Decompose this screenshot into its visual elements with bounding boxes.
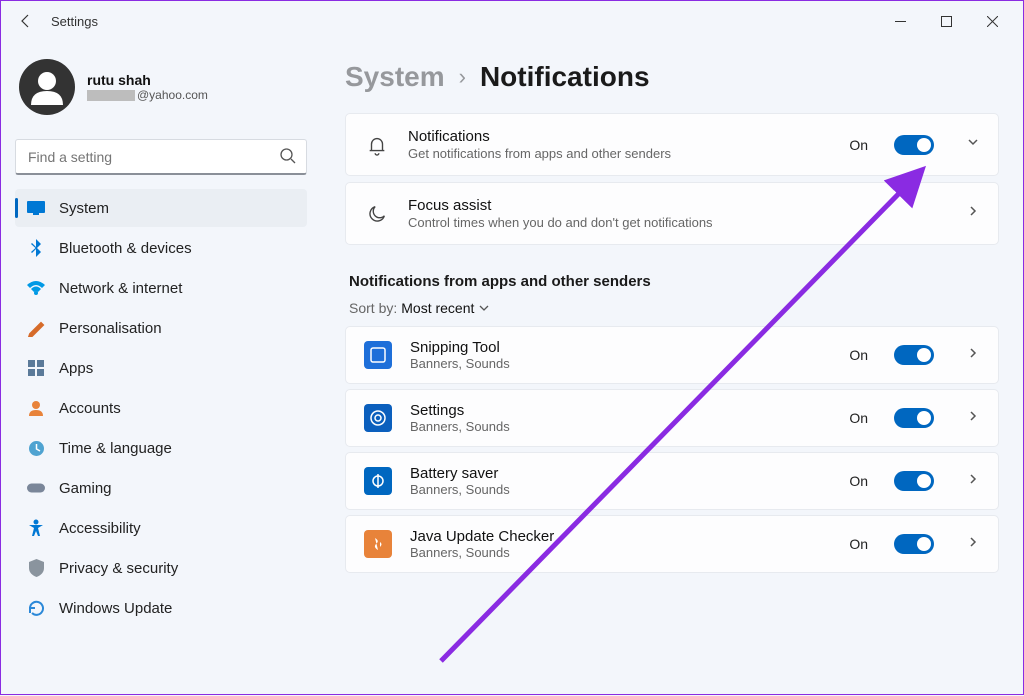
app-row[interactable]: Java Update CheckerBanners, Sounds On — [345, 515, 999, 573]
app-name: Java Update Checker — [410, 528, 831, 545]
nav-label: System — [59, 200, 109, 217]
app-subtitle: Banners, Sounds — [410, 356, 831, 371]
nav-icon — [27, 599, 45, 617]
nav-label: Time & language — [59, 440, 172, 457]
app-name: Battery saver — [410, 465, 831, 482]
nav-label: Apps — [59, 360, 93, 377]
nav-item-privacy-security[interactable]: Privacy & security — [15, 549, 307, 587]
nav-item-gaming[interactable]: Gaming — [15, 469, 307, 507]
nav-label: Windows Update — [59, 600, 172, 617]
app-row[interactable]: SettingsBanners, Sounds On — [345, 389, 999, 447]
toggle-state: On — [849, 536, 868, 552]
maximize-button[interactable] — [923, 4, 969, 38]
breadcrumb-parent[interactable]: System — [345, 61, 445, 93]
nav-label: Gaming — [59, 480, 112, 497]
breadcrumb: System › Notifications — [345, 61, 999, 93]
bell-icon — [364, 132, 390, 158]
nav-icon — [27, 399, 45, 417]
moon-icon — [364, 201, 390, 227]
card-title: Focus assist — [408, 197, 934, 214]
nav-item-windows-update[interactable]: Windows Update — [15, 589, 307, 627]
app-name: Settings — [410, 402, 831, 419]
nav-item-accounts[interactable]: Accounts — [15, 389, 307, 427]
app-toggle[interactable] — [894, 345, 934, 365]
app-toggle[interactable] — [894, 534, 934, 554]
app-icon — [364, 467, 392, 495]
card-subtitle: Control times when you do and don't get … — [408, 215, 934, 230]
chevron-right-icon[interactable] — [966, 535, 980, 554]
sort-dropdown[interactable]: Sort by: Most recent — [349, 300, 999, 316]
app-toggle[interactable] — [894, 408, 934, 428]
breadcrumb-current: Notifications — [480, 61, 650, 93]
app-icon — [364, 341, 392, 369]
chevron-down-icon — [478, 302, 490, 314]
search-icon — [279, 147, 297, 170]
sidebar: rutu shah @yahoo.com System Bluetooth & d… — [1, 41, 321, 694]
app-subtitle: Banners, Sounds — [410, 482, 831, 497]
back-button[interactable] — [9, 4, 43, 38]
app-title: Settings — [51, 14, 98, 29]
app-row[interactable]: Snipping ToolBanners, Sounds On — [345, 326, 999, 384]
nav-item-accessibility[interactable]: Accessibility — [15, 509, 307, 547]
nav-item-personalisation[interactable]: Personalisation — [15, 309, 307, 347]
nav-icon — [27, 319, 45, 337]
toggle-state: On — [849, 347, 868, 363]
search-input[interactable] — [15, 139, 307, 175]
nav-icon — [27, 439, 45, 457]
nav-icon — [27, 239, 45, 257]
card-subtitle: Get notifications from apps and other se… — [408, 146, 831, 161]
nav-label: Personalisation — [59, 320, 162, 337]
nav-label: Network & internet — [59, 280, 182, 297]
search-container — [15, 139, 307, 175]
close-button[interactable] — [969, 4, 1015, 38]
nav-item-time-language[interactable]: Time & language — [15, 429, 307, 467]
chevron-right-icon[interactable] — [966, 409, 980, 428]
app-icon — [364, 404, 392, 432]
nav-icon — [27, 519, 45, 537]
nav-icon — [27, 559, 45, 577]
nav-icon — [27, 479, 45, 497]
toggle-state: On — [849, 137, 868, 153]
nav-label: Accessibility — [59, 520, 141, 537]
app-toggle[interactable] — [894, 471, 934, 491]
nav-label: Bluetooth & devices — [59, 240, 192, 257]
app-row[interactable]: Battery saverBanners, Sounds On — [345, 452, 999, 510]
toggle-state: On — [849, 410, 868, 426]
user-profile[interactable]: rutu shah @yahoo.com — [15, 53, 307, 131]
chevron-right-icon[interactable] — [966, 472, 980, 491]
nav-item-apps[interactable]: Apps — [15, 349, 307, 387]
minimize-button[interactable] — [877, 4, 923, 38]
avatar — [19, 59, 75, 115]
app-subtitle: Banners, Sounds — [410, 545, 831, 560]
card-title: Notifications — [408, 128, 831, 145]
app-icon — [364, 530, 392, 558]
nav-icon — [27, 359, 45, 377]
profile-name: rutu shah — [87, 72, 208, 88]
nav-icon — [27, 279, 45, 297]
notifications-toggle[interactable] — [894, 135, 934, 155]
profile-email: @yahoo.com — [87, 88, 208, 102]
nav-item-system[interactable]: System — [15, 189, 307, 227]
section-header: Notifications from apps and other sender… — [349, 273, 999, 290]
app-subtitle: Banners, Sounds — [410, 419, 831, 434]
chevron-right-icon[interactable] — [966, 204, 980, 223]
notifications-card[interactable]: Notifications Get notifications from app… — [345, 113, 999, 176]
nav-label: Accounts — [59, 400, 121, 417]
nav-item-network-internet[interactable]: Network & internet — [15, 269, 307, 307]
toggle-state: On — [849, 473, 868, 489]
nav-item-bluetooth-devices[interactable]: Bluetooth & devices — [15, 229, 307, 267]
nav-list: System Bluetooth & devices Network & inter… — [15, 189, 307, 627]
chevron-right-icon[interactable] — [966, 346, 980, 365]
chevron-right-icon: › — [459, 64, 466, 90]
focus-assist-card[interactable]: Focus assist Control times when you do a… — [345, 182, 999, 245]
nav-icon — [27, 199, 45, 217]
nav-label: Privacy & security — [59, 560, 178, 577]
app-name: Snipping Tool — [410, 339, 831, 356]
chevron-down-icon[interactable] — [966, 135, 980, 154]
main-content: System › Notifications Notifications Get… — [321, 41, 1023, 694]
